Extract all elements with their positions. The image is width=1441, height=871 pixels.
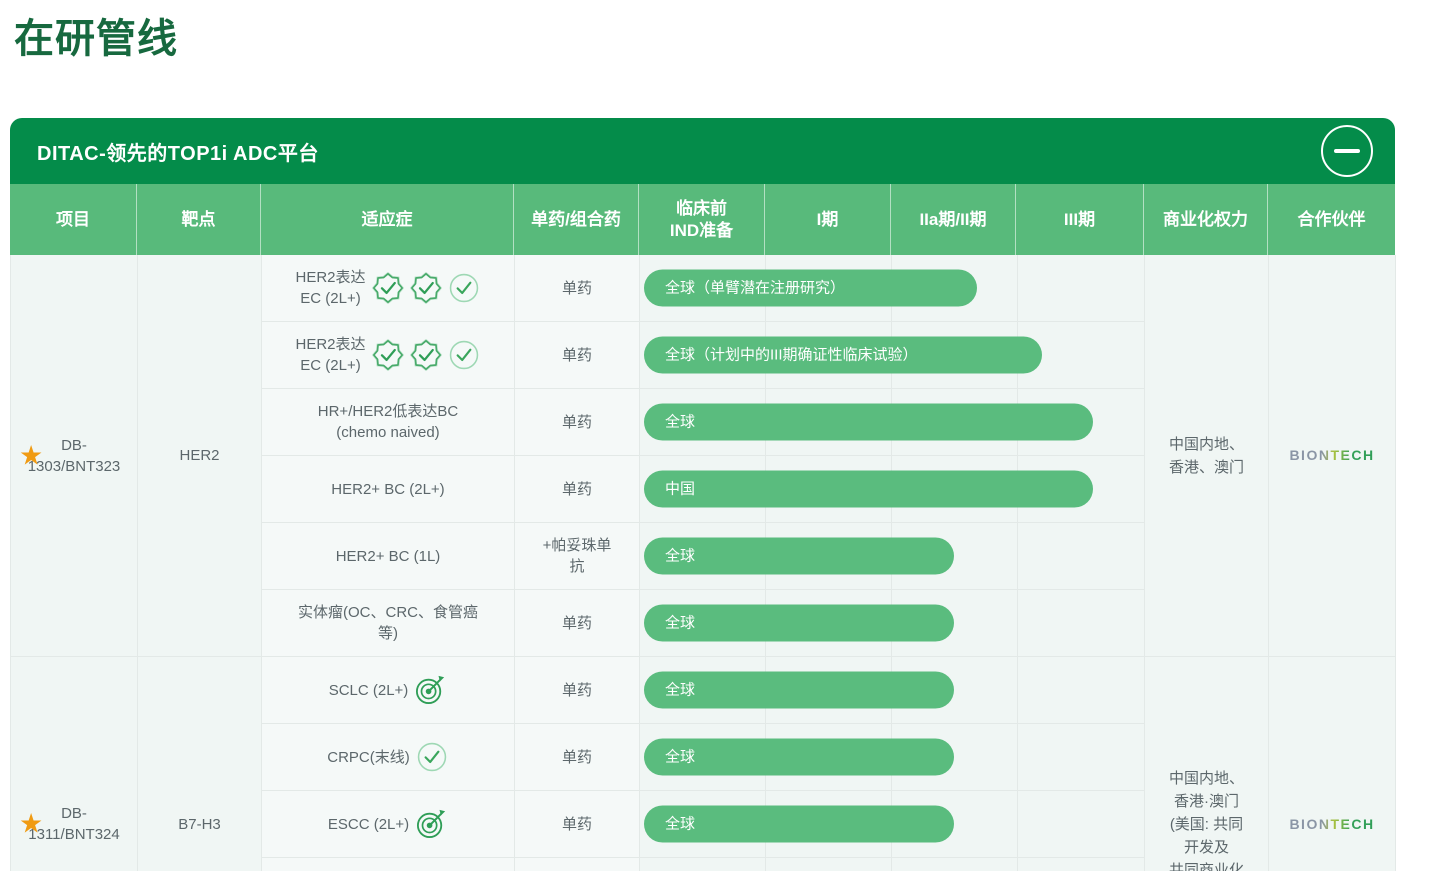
circle-check-icon <box>447 271 481 305</box>
regimen-cell: 单药 <box>515 590 640 657</box>
seal-check-icon <box>409 338 443 372</box>
regimen-cell: 单药 <box>515 389 640 456</box>
indication-cell: CRPC(末线) <box>262 724 515 791</box>
regimen-cell: 单药 <box>515 657 640 724</box>
circle-check-icon <box>447 338 481 372</box>
phase-track <box>640 858 1145 871</box>
indication-cell: 实体瘤(OC、CRC、食管癌 等) <box>262 590 515 657</box>
indication-cell-empty <box>262 858 515 871</box>
star-icon: ★ <box>19 808 44 839</box>
progress-bar: 全球（计划中的III期确证性临床试验） <box>644 336 1043 374</box>
column-header-partner: 合作伙伴 <box>1297 209 1366 229</box>
regimen-cell-empty <box>515 858 640 871</box>
target-cell-her2: HER2 <box>138 255 262 657</box>
ditac-platform-panel: DITAC-领先的TOP1i ADC平台 项目 靶点 适应症 单药/组合药 临床… <box>10 118 1396 871</box>
indication-text: ESCC (2L+) <box>327 815 410 833</box>
progress-bar: 中国 <box>644 470 1093 508</box>
indication-text: HER2表达 EC (2L+) <box>295 269 366 307</box>
project-cell-db1311: ★ DB- 1311/BNT324 <box>11 657 138 871</box>
seal-check-icon <box>371 271 405 305</box>
indication-text: CRPC(末线) <box>327 748 410 766</box>
column-header-preclinical-ind: 临床前 IND准备 <box>639 184 765 255</box>
panel-title: DITAC-领先的TOP1i ADC平台 <box>37 142 319 165</box>
progress-bar: 全球 <box>644 537 954 575</box>
indication-cell: ESCC (2L+) <box>262 791 515 858</box>
page-title: 在研管线 <box>14 17 178 61</box>
commercial-rights-cell: 中国内地、 香港·澳门 (美国: 共同 开发及 共同商业化 <box>1145 657 1269 871</box>
table-body: ★ DB- 1303/BNT323 HER2 HER2表达 EC (2L+) 单… <box>10 255 1396 871</box>
progress-bar: 全球 <box>644 671 954 709</box>
regimen-cell: +帕妥珠单 抗 <box>515 523 640 590</box>
star-icon: ★ <box>19 440 44 470</box>
partner-cell: BIONTECH <box>1269 657 1396 871</box>
minus-circle-icon <box>1334 149 1360 153</box>
indication-text: SCLC (2L+) <box>328 681 409 699</box>
biontech-logo: BIONTECH <box>1289 814 1374 835</box>
column-header-regimen: 单药/组合药 <box>514 184 639 255</box>
progress-bar: 全球 <box>644 604 954 642</box>
phase-track: 全球（单臂潜在注册研究） <box>640 255 1145 322</box>
seal-check-icon <box>409 271 443 305</box>
indication-cell: HER2表达 EC (2L+) <box>262 322 515 389</box>
indication-cell: HER2表达 EC (2L+) <box>262 255 515 322</box>
target-cell-b7h3: B7-H3 <box>138 657 262 871</box>
phase-track: 全球 <box>640 590 1145 657</box>
regimen-cell: 单药 <box>515 724 640 791</box>
progress-bar: 全球（单臂潜在注册研究） <box>644 269 977 307</box>
indication-cell: HER2+ BC (2L+) <box>262 456 515 523</box>
column-header-phase3: III期 <box>1016 184 1144 255</box>
circle-check-icon <box>415 740 449 774</box>
collapse-button[interactable] <box>1321 125 1373 177</box>
partner-cell: BIONTECH <box>1269 255 1396 657</box>
biontech-logo: BIONTECH <box>1289 445 1374 466</box>
phase-track: 全球 <box>640 657 1145 724</box>
indication-cell: HR+/HER2低表达BC (chemo naived) <box>262 389 515 456</box>
project-cell-db1303: ★ DB- 1303/BNT323 <box>11 255 138 657</box>
target-dart-icon <box>414 807 448 841</box>
regimen-cell: 单药 <box>515 791 640 858</box>
column-header-project: 项目 <box>10 184 137 255</box>
target-dart-icon <box>413 673 447 707</box>
indication-cell: SCLC (2L+) <box>262 657 515 724</box>
phase-track: 全球 <box>640 389 1145 456</box>
regimen-cell: 单药 <box>515 456 640 523</box>
column-header-target: 靶点 <box>137 184 261 255</box>
pipeline-page: 在研管线 DITAC-领先的TOP1i ADC平台 项目 靶点 适应症 单药/组… <box>0 0 1441 871</box>
indication-text: HER2表达 EC (2L+) <box>295 336 366 374</box>
seal-check-icon <box>371 338 405 372</box>
progress-bar: 全球 <box>644 805 954 843</box>
column-header-phase1: I期 <box>765 184 891 255</box>
regimen-cell: 单药 <box>515 322 640 389</box>
regimen-cell: 单药 <box>515 255 640 322</box>
phase-track: 中国 <box>640 456 1145 523</box>
panel-header: DITAC-领先的TOP1i ADC平台 <box>10 118 1395 184</box>
column-header-commercial-rights: 商业化权力 <box>1144 184 1268 255</box>
phase-track: 全球（计划中的III期确证性临床试验） <box>640 322 1145 389</box>
column-header-indication: 适应症 <box>261 184 514 255</box>
progress-bar: 全球 <box>644 738 954 776</box>
phase-track: 全球 <box>640 791 1145 858</box>
table-header-row: 项目 靶点 适应症 单药/组合药 临床前 IND准备 I期 IIa期/II期 I… <box>10 184 1395 255</box>
indication-cell: HER2+ BC (1L) <box>262 523 515 590</box>
column-header-phase2a-2: IIa期/II期 <box>891 184 1016 255</box>
phase-track: 全球 <box>640 724 1145 791</box>
progress-bar: 全球 <box>644 403 1093 441</box>
commercial-rights-cell: 中国内地、 香港、澳门 <box>1145 255 1269 657</box>
phase-track: 全球 <box>640 523 1145 590</box>
